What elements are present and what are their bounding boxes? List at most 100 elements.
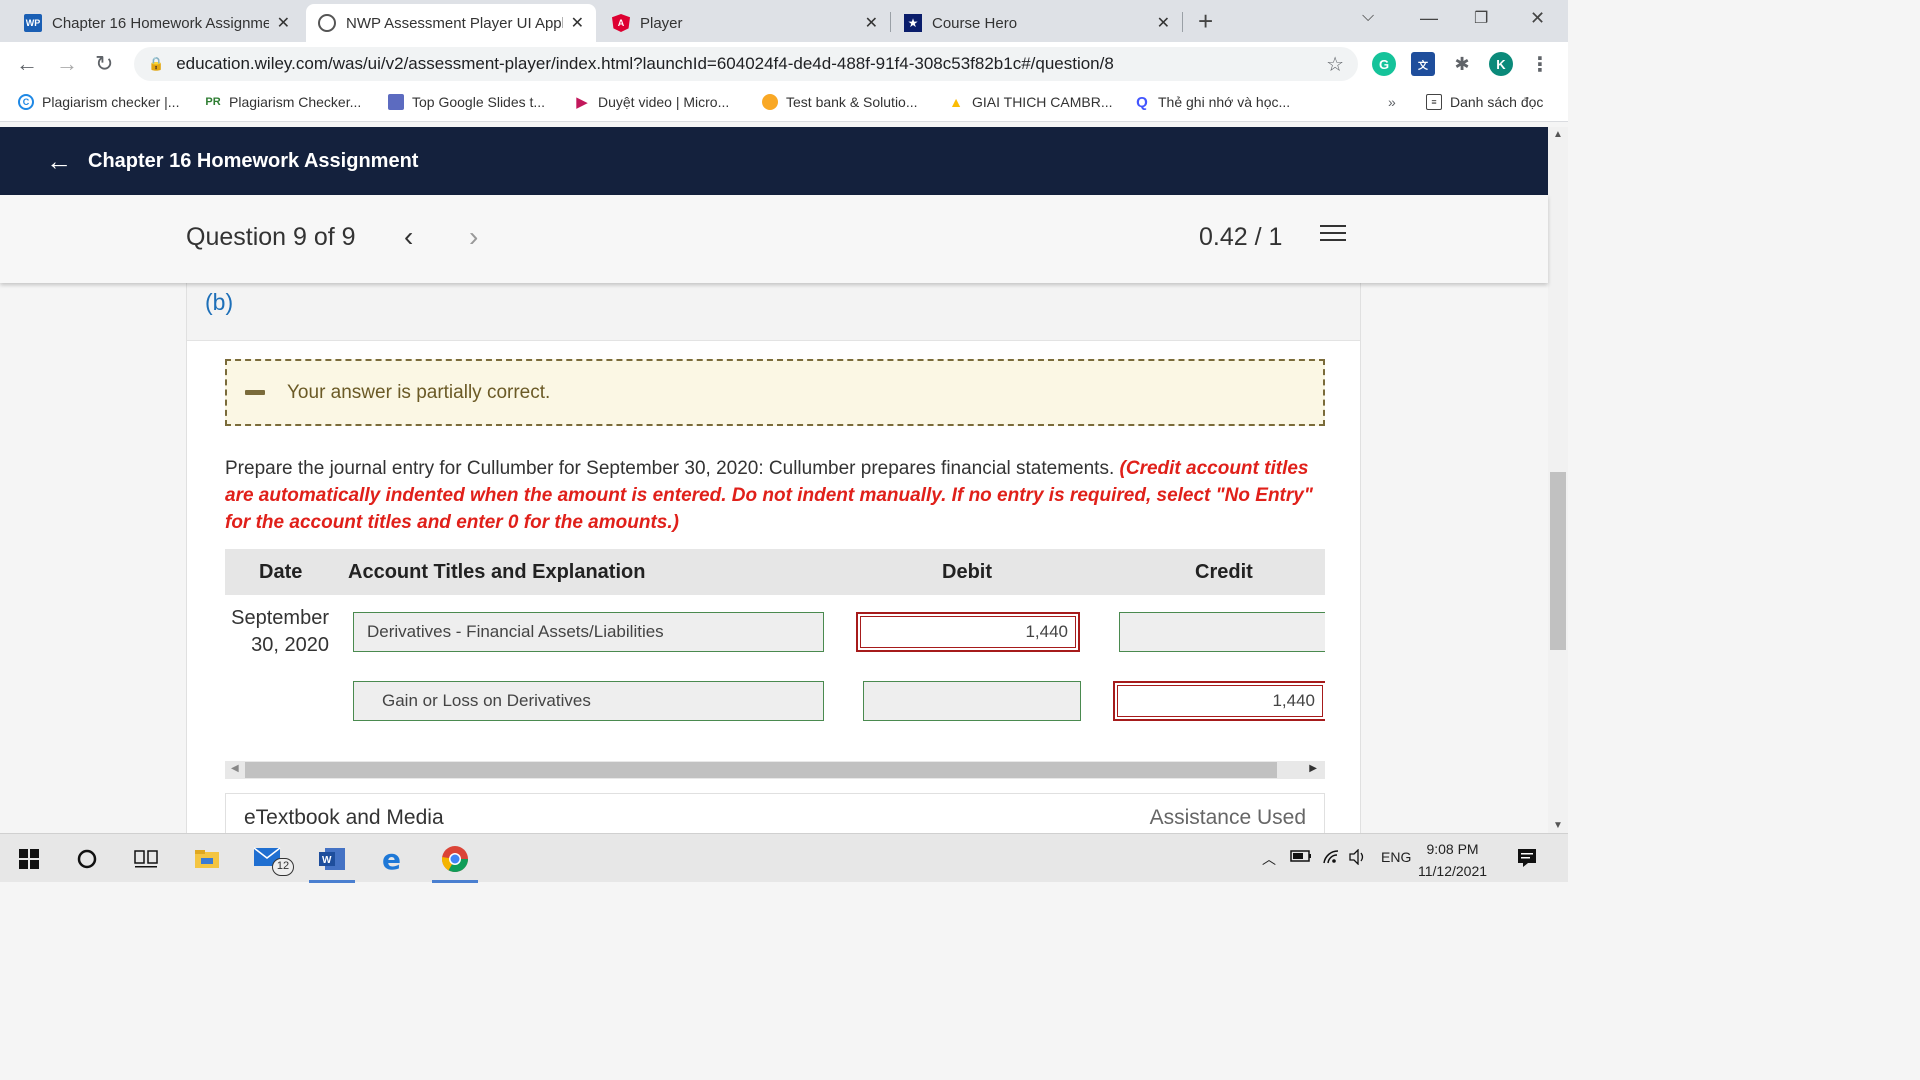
bookmarks-bar: C Plagiarism checker |... PR Plagiarism Ch…	[0, 86, 1568, 122]
scroll-left-arrow-icon[interactable]: ◀	[231, 763, 239, 774]
close-icon[interactable]: ✕	[571, 13, 584, 33]
battery-icon[interactable]	[1290, 849, 1312, 866]
task-view-icon[interactable]	[119, 834, 173, 883]
feedback-text: Your answer is partially correct.	[287, 381, 551, 403]
bookmark-google-slides[interactable]: Top Google Slides t...	[388, 94, 545, 110]
word-icon[interactable]: W	[305, 834, 359, 883]
svg-text:W: W	[322, 855, 332, 866]
minimize-icon[interactable]: —	[1420, 8, 1438, 29]
tab-separator	[890, 12, 891, 32]
test-bank-icon	[762, 94, 778, 110]
assignment-title: Chapter 16 Homework Assignment	[88, 149, 419, 172]
part-label: (b)	[205, 289, 234, 315]
profile-avatar[interactable]: K	[1489, 52, 1513, 76]
account-title-input-row2[interactable]: Gain or Loss on Derivatives	[353, 681, 824, 721]
pr-icon: PR	[205, 96, 221, 108]
header-credit: Credit	[1195, 561, 1253, 583]
tab-course-hero[interactable]: ★ Course Hero ✕	[892, 4, 1182, 42]
page-scrollbar-thumb[interactable]	[1550, 472, 1566, 650]
mail-icon[interactable]: 12	[242, 834, 296, 883]
bookmark-video[interactable]: ▶ Duyệt video | Micro...	[574, 94, 729, 111]
globe-icon	[318, 14, 336, 32]
table-horizontal-scrollbar[interactable]: ◀ ▶	[225, 761, 1325, 779]
browser-menu-icon[interactable]: ⋮	[1528, 52, 1552, 76]
debit-input-row2[interactable]	[863, 681, 1081, 721]
bookmarks-overflow-icon[interactable]: »	[1388, 94, 1396, 110]
wifi-icon[interactable]	[1322, 849, 1340, 868]
score-display: 0.42 / 1	[1199, 223, 1283, 251]
assistance-used-label: Assistance Used	[1149, 806, 1306, 829]
bookmark-plagiarism-checker-1[interactable]: C Plagiarism checker |...	[18, 94, 179, 110]
cortana-search-icon[interactable]	[60, 834, 114, 883]
close-icon[interactable]: ✕	[865, 13, 878, 33]
address-bar[interactable]: 🔒 education.wiley.com/was/ui/v2/assessme…	[134, 47, 1358, 81]
window-close-icon[interactable]: ✕	[1530, 8, 1545, 29]
plagiarism-icon: C	[18, 94, 34, 110]
volume-icon[interactable]	[1348, 848, 1368, 868]
scroll-right-arrow-icon[interactable]: ▶	[1309, 763, 1317, 774]
etextbook-panel[interactable]: eTextbook and Media Assistance Used	[225, 793, 1325, 835]
credit-input-row2[interactable]: 1,440	[1113, 681, 1325, 721]
question-instructions: Prepare the journal entry for Cullumber …	[225, 455, 1325, 536]
chrome-icon[interactable]	[428, 834, 482, 883]
bookmark-quizlet[interactable]: Q Thẻ ghi nhớ và học...	[1134, 93, 1290, 111]
partial-dash-icon	[245, 390, 265, 395]
tab-nwp-assessment[interactable]: NWP Assessment Player UI Appli ✕	[306, 4, 596, 42]
back-arrow-icon[interactable]: ←	[16, 51, 38, 77]
question-list-icon[interactable]	[1320, 225, 1346, 247]
lock-icon: 🔒	[148, 56, 165, 71]
reload-icon[interactable]: ↻	[95, 51, 113, 77]
app-header: ← Chapter 16 Homework Assignment	[0, 127, 1548, 195]
feedback-box: Your answer is partially correct.	[225, 359, 1325, 426]
reading-list[interactable]: ≡ Danh sách đọc	[1426, 94, 1543, 110]
windows-start-icon[interactable]	[2, 834, 56, 883]
back-arrow-icon[interactable]: ←	[46, 146, 72, 177]
edge-icon[interactable]: e	[367, 834, 421, 883]
wileyplus-icon: WP	[24, 14, 42, 32]
previous-question-chevron-icon[interactable]: ‹	[404, 221, 413, 253]
close-icon[interactable]: ✕	[277, 13, 290, 33]
tray-expand-chevron-icon[interactable]: ︿	[1262, 849, 1276, 869]
credit-input-row1[interactable]	[1119, 612, 1325, 652]
entry-date: September 30, 2020	[231, 607, 329, 656]
bookmark-giai-thich[interactable]: ▲ GIAI THICH CAMBR...	[948, 94, 1112, 110]
restore-icon[interactable]: ❐	[1474, 8, 1488, 28]
address-toolbar: ← → ↻ 🔒 education.wiley.com/was/ui/v2/as…	[0, 42, 1568, 86]
close-icon[interactable]: ✕	[1157, 13, 1170, 33]
system-clock[interactable]: 9:08 PM 11/12/2021	[1418, 838, 1487, 882]
question-nav-bar: Question 9 of 9 ‹ › 0.42 / 1	[0, 195, 1548, 283]
notifications-icon[interactable]	[1516, 847, 1538, 872]
course-hero-icon: ★	[904, 14, 922, 32]
file-explorer-icon[interactable]	[180, 834, 234, 883]
tab-chapter-16[interactable]: WP Chapter 16 Homework Assignme ✕	[12, 4, 302, 42]
part-header: (b)	[187, 283, 1360, 341]
scroll-down-arrow-icon[interactable]: ▼	[1553, 820, 1563, 831]
svg-text:e: e	[382, 845, 401, 873]
new-tab-icon[interactable]: +	[1198, 6, 1213, 37]
header-date: Date	[259, 561, 303, 583]
language-indicator[interactable]: ENG	[1381, 849, 1411, 865]
tab-title: Chapter 16 Homework Assignme	[52, 14, 269, 32]
page-vertical-scrollbar[interactable]: ▲ ▼	[1548, 127, 1568, 833]
dictionary-extension-icon[interactable]: 文	[1411, 52, 1435, 76]
instruction-text: Prepare the journal entry for Cullumber …	[225, 458, 1120, 479]
tab-title: NWP Assessment Player UI Appli	[346, 14, 563, 32]
debit-input-row1[interactable]: 1,440	[856, 612, 1080, 652]
bookmark-star-icon[interactable]: ☆	[1326, 52, 1344, 77]
angular-icon: A	[612, 14, 630, 32]
grammarly-icon[interactable]: G	[1372, 52, 1396, 76]
etextbook-label: eTextbook and Media	[244, 806, 444, 829]
extensions-puzzle-icon[interactable]: ✱	[1450, 52, 1474, 76]
quizlet-icon: Q	[1136, 93, 1148, 111]
question-counter: Question 9 of 9	[186, 223, 356, 251]
bookmark-plagiarism-checker-2[interactable]: PR Plagiarism Checker...	[205, 94, 361, 110]
tab-search-icon[interactable]: ⌵	[1362, 8, 1374, 26]
bookmark-test-bank[interactable]: Test bank & Solutio...	[762, 94, 918, 110]
next-question-chevron-icon[interactable]: ›	[469, 221, 478, 253]
account-title-input-row1[interactable]: Derivatives - Financial Assets/Liabiliti…	[353, 612, 824, 652]
tab-title: Course Hero	[932, 14, 1018, 32]
forward-arrow-icon[interactable]: →	[56, 51, 78, 77]
scroll-up-arrow-icon[interactable]: ▲	[1553, 129, 1563, 140]
tab-player[interactable]: A Player ✕	[600, 4, 890, 42]
scrollbar-thumb[interactable]	[245, 762, 1277, 778]
